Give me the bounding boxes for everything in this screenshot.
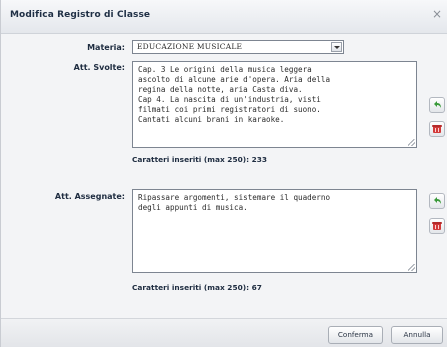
att-assegnate-undo-button[interactable] <box>429 193 445 209</box>
materia-selected-value: EDUCAZIONE MUSICALE <box>137 42 243 51</box>
undo-arrow-icon <box>434 101 441 108</box>
att-svolte-delete-button[interactable] <box>429 121 445 137</box>
cancel-button[interactable]: Annulla <box>391 326 443 344</box>
att-assegnate-label: Att. Assegnate: <box>54 192 125 201</box>
att-assegnate-delete-button[interactable] <box>429 218 445 234</box>
att-svolte-textarea[interactable]: Cap. 3 Le origini della musica leggera a… <box>132 61 417 148</box>
dialog-title: Modifica Registro di Classe <box>10 10 151 20</box>
undo-arrow-icon <box>434 197 441 204</box>
att-svolte-label: Att. Svolte: <box>73 63 125 72</box>
att-assegnate-textarea[interactable]: Ripassare argomenti, sistemare il quader… <box>132 189 417 273</box>
delete-icon <box>432 125 442 133</box>
att-svolte-undo-button[interactable] <box>429 97 445 113</box>
chevron-down-icon[interactable] <box>331 42 342 52</box>
materia-select[interactable]: EDUCAZIONE MUSICALE <box>132 40 344 54</box>
resize-grip-icon[interactable] <box>408 139 415 146</box>
dialog-titlebar[interactable]: Modifica Registro di Classe × <box>1 0 447 34</box>
edit-class-register-dialog: Modifica Registro di Classe × Materia: E… <box>0 0 447 347</box>
att-svolte-char-counter: Caratteri inseriti (max 250): 233 <box>132 155 268 164</box>
dialog-footer: Conferma Annulla <box>1 318 447 347</box>
att-assegnate-text: Ripassare argomenti, sistemare il quader… <box>138 193 331 212</box>
confirm-button[interactable]: Conferma <box>328 326 383 344</box>
close-icon[interactable]: × <box>432 8 442 20</box>
resize-grip-icon[interactable] <box>408 264 415 271</box>
att-assegnate-char-counter: Caratteri inseriti (max 250): 67 <box>132 283 262 292</box>
materia-label: Materia: <box>87 43 125 52</box>
att-svolte-text: Cap. 3 Le origini della musica leggera a… <box>138 65 331 124</box>
delete-icon <box>432 222 442 230</box>
